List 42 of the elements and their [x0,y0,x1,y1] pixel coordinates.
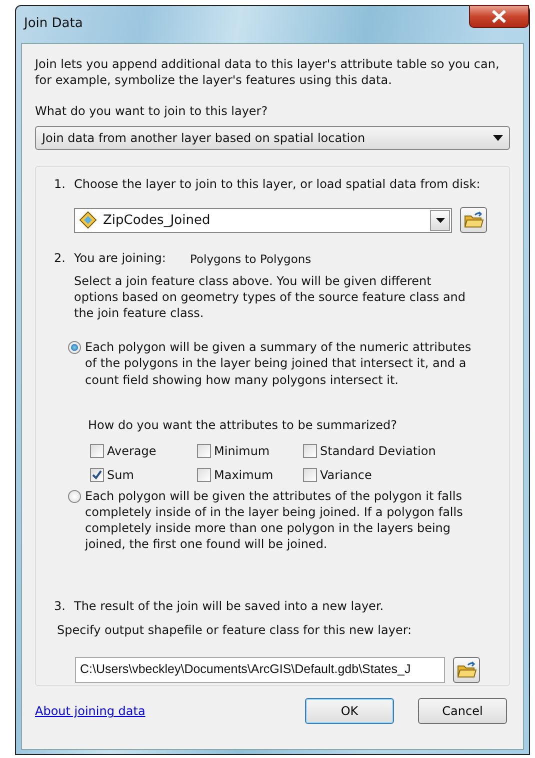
join-type-dropdown[interactable]: Join data from another layer based on spatial location [35,126,510,150]
output-prompt: Specify output shapefile or feature class for this new layer: [57,622,413,638]
checkbox[interactable] [90,444,104,458]
join-geometry-text: Polygons to Polygons [190,251,312,268]
checkbox[interactable] [197,444,211,458]
radio-button[interactable] [68,341,81,354]
help-link[interactable]: About joining data [35,702,146,720]
check-icon [92,470,102,480]
dialog-button[interactable]: Cancel [418,698,507,724]
layer-dropdown[interactable]: ZipCodes_Joined [74,208,452,233]
close-button[interactable] [469,5,529,28]
close-icon [491,10,507,23]
checkbox[interactable] [90,468,104,482]
step-label: 1. Choose the layer to join to this layer, or load spatial data from disk: [54,176,482,194]
radio-button[interactable] [68,490,81,503]
output-path-field[interactable]: C:\Users\vbeckley\Documents\ArcGIS\Default.gdb\States_J [75,656,445,682]
option-text: Each polygon will be given a summary of the numeric attributes of the polygons in the layer being joined that intersect it, and a count field showing how many polygons intersect it. [85,339,472,388]
dialog-button[interactable]: OK [305,698,394,724]
checkbox-option[interactable]: Average [90,442,197,460]
window-title: Join Data [22,15,84,33]
checkbox-option[interactable]: Maximum [197,466,303,484]
description-text: Select a join feature class above. You will be given different options based on geometry types of the source feature class and the join feature class. [74,272,467,322]
option-text: Each polygon will be given the attributes of the polygon it falls completely inside of in the layer being joined. If a polygon falls completely inside more than one polygon in the layers being joined, the first one found will be joined. [85,488,464,552]
checkbox[interactable] [197,468,211,482]
checkbox-option[interactable]: Sum [90,466,197,484]
checkbox-option[interactable]: Standard Deviation [303,442,509,460]
caret-icon [493,135,503,142]
step-label: 2. You are joining: [54,250,166,268]
join-type-label: What do you want to join to this layer? [35,103,269,120]
step-label: 3. The result of the join will be saved into a new layer. [54,598,385,614]
checkbox[interactable] [303,468,317,482]
folder-icon [456,660,476,678]
open-folder-button[interactable] [460,207,487,234]
checkbox-option[interactable]: Minimum [197,442,303,460]
intro-text: Join lets you append additional data to this layer's attribute table so you can, for example, symbolize the layer's features using this data. [35,56,500,88]
caret-icon [436,218,444,223]
summary-question: How do you want the attributes to be summarized? [88,416,398,434]
checkbox[interactable] [303,444,317,458]
checkbox-option[interactable]: Variance [303,466,509,484]
layer-icon [79,211,97,230]
open-folder-button[interactable] [453,656,480,682]
folder-icon [464,211,484,230]
